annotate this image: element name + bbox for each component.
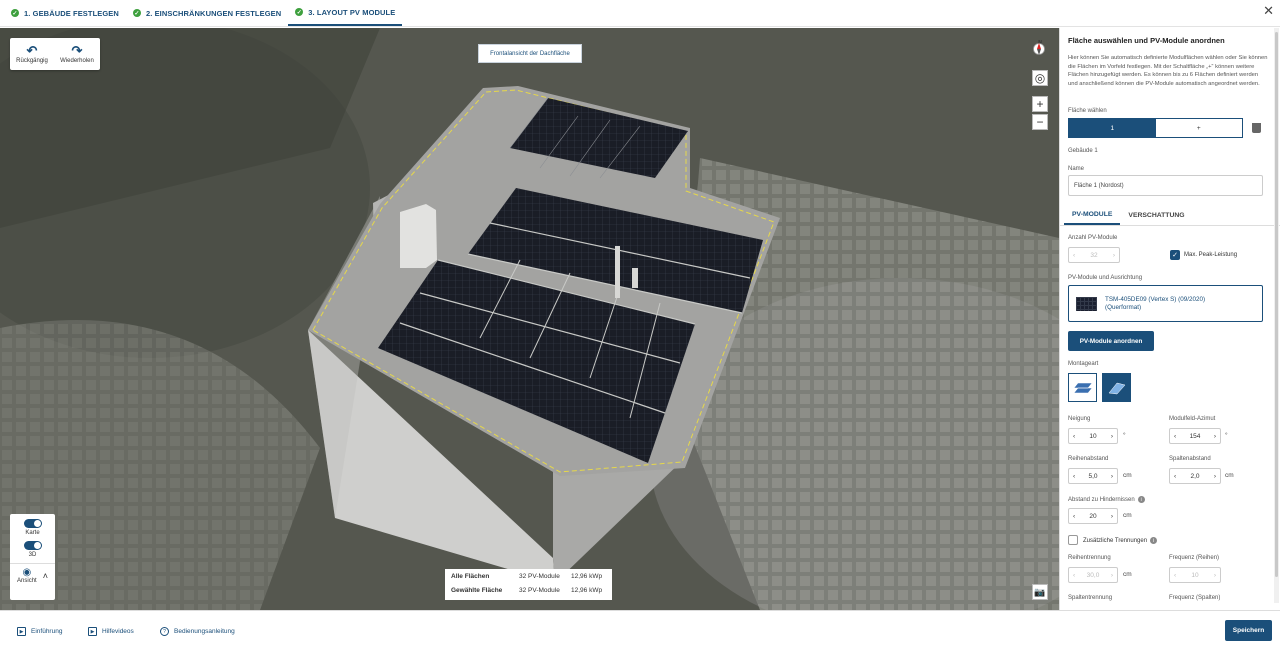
area-1-button[interactable]: 1 [1069,119,1156,137]
row-frequency-stepper: ‹ 10 › [1169,567,1221,583]
area-name-input[interactable]: Fläche 1 (Nordost) [1068,175,1263,196]
info-icon[interactable]: i [1150,537,1158,544]
add-area-button[interactable]: + [1156,119,1243,137]
zoom-out-button[interactable]: − [1032,114,1048,130]
panel-title: Fläche auswählen und PV-Module anordnen [1068,36,1225,45]
row-separation-stepper: ‹ 30,0 › [1068,567,1118,583]
tilted-mount-icon [1108,382,1125,394]
chevron-up-icon: ˄ [42,570,48,581]
3d-viewport[interactable]: ↶ Rückgängig ↷ Wiederholen Frontalansicht … [0,28,1059,610]
undo-redo-toolbar: ↶ Rückgängig ↷ Wiederholen [10,38,100,70]
col-gap-stepper[interactable]: ‹ 2,0 › [1169,468,1221,484]
locate-icon[interactable]: ◎ [1032,70,1048,86]
3d-toggle[interactable] [23,541,42,550]
close-icon[interactable]: ✕ [1263,3,1274,19]
roof-scene [0,28,1059,610]
module-selector[interactable]: TSM-405DE09 (Vertex S) (09/2020) (Querfor… [1068,285,1263,322]
intro-link[interactable]: ▶ Einführung [17,627,62,636]
azimuth-stepper[interactable]: ‹ 154 › [1169,428,1221,444]
step-constraints[interactable]: ✓ 2. EINSCHRÄNKUNGEN FESTLEGEN [126,0,288,26]
settings-panel: Fläche auswählen und PV-Module anordnen … [1059,28,1280,610]
redo-button[interactable]: ↷ Wiederholen [60,44,94,64]
tab-pv-modules[interactable]: PV-MODULE [1064,206,1121,225]
max-peak-checkbox[interactable]: ✓ [1170,250,1180,260]
panel-tabs: PV-MODULE VERSCHATTUNG [1060,206,1280,226]
panel-scrollbar[interactable] [1274,28,1279,603]
step-building[interactable]: ✓ 1. GEBÄUDE FESTLEGEN [4,0,126,26]
extra-separation-checkbox[interactable] [1068,535,1078,545]
mount-flat-button[interactable] [1068,373,1097,402]
redo-icon: ↷ [71,43,83,58]
panel-description: Hier können Sie automatisch definierte M… [1068,55,1268,87]
undo-button[interactable]: ↶ Rückgängig [16,44,48,64]
check-icon: ✓ [11,9,19,17]
obstacle-label: Abstand zu Hindernissen i [1068,496,1145,503]
eye-icon: ◉ [22,567,32,578]
compass-icon[interactable]: N [1033,40,1047,66]
trash-icon[interactable] [1252,123,1261,133]
step-layout[interactable]: ✓ 3. LAYOUT PV MODULE [288,0,403,26]
view-menu-button[interactable]: ◉ Ansicht ˄ [10,563,55,584]
map-toggles: Karte 3D ◉ Ansicht ˄ [10,514,55,600]
front-view-tooltip[interactable]: Frontalansicht der Dachfläche [478,44,582,63]
tilt-stepper[interactable]: ‹ 10 › [1068,428,1118,444]
camera-icon[interactable]: 📷 [1032,584,1048,600]
obstacle-stepper[interactable]: ‹ 20 › [1068,508,1118,524]
module-summary: Alle Flächen 32 PV-Module 12,96 kWp Gewä… [445,569,612,600]
videos-link[interactable]: ▶ Hilfevideos [88,627,134,636]
video-icon: ▶ [88,627,97,636]
tab-shading[interactable]: VERSCHATTUNG [1120,206,1192,225]
help-icon: ? [160,627,169,636]
area-selector: 1 + [1068,118,1243,138]
module-count-stepper: ‹ 32 › [1068,247,1120,263]
extra-separation-label: Zusätzliche Trennungen i [1083,537,1158,544]
zoom-in-button[interactable]: + [1032,96,1048,112]
mount-tilted-button[interactable] [1102,373,1131,402]
map-toggle[interactable] [23,519,42,528]
play-icon: ▶ [17,627,26,636]
check-icon: ✓ [295,8,304,16]
manual-link[interactable]: ? Bedienungsanleitung [160,627,235,636]
module-thumbnail [1076,296,1097,311]
row-gap-stepper[interactable]: ‹ 5,0 › [1068,468,1118,484]
undo-icon: ↶ [26,43,38,58]
wizard-steps: ✓ 1. GEBÄUDE FESTLEGEN ✓ 2. EINSCHRÄNKUNGE… [0,0,1280,27]
arrange-modules-button[interactable]: PV-Module anordnen [1068,331,1154,351]
check-icon: ✓ [132,9,141,17]
footer: ▶ Einführung ▶ Hilfevideos ? Bedienungsanle… [0,610,1280,649]
info-icon[interactable]: i [1137,496,1145,503]
flat-mount-icon [1072,382,1093,393]
save-button[interactable]: Speichern [1225,620,1272,641]
